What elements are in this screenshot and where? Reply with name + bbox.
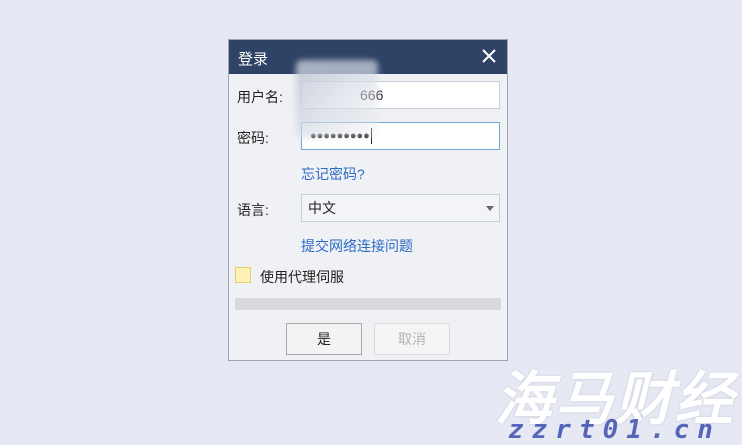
privacy-blur <box>296 60 378 138</box>
chevron-down-icon <box>486 206 494 211</box>
language-select[interactable]: 中文 <box>301 194 500 222</box>
progress-bar <box>235 298 501 310</box>
forgot-password-link[interactable]: 忘记密码? <box>301 164 365 184</box>
language-value: 中文 <box>308 200 336 216</box>
proxy-label: 使用代理伺服 <box>260 269 344 285</box>
language-label: 语言: <box>237 202 269 218</box>
password-label: 密码: <box>237 130 269 146</box>
cancel-button: 取消 <box>374 323 450 355</box>
watermark-url: zzrt01.cn <box>508 415 721 445</box>
network-issue-link[interactable]: 提交网络连接问题 <box>301 236 413 256</box>
close-icon[interactable] <box>477 44 501 68</box>
username-label: 用户名: <box>237 89 283 105</box>
proxy-checkbox[interactable] <box>235 267 251 283</box>
dialog-title: 登录 <box>238 51 269 68</box>
ok-button[interactable]: 是 <box>286 323 362 355</box>
watermark: 海马财经 zzrt01.cn <box>495 352 740 445</box>
